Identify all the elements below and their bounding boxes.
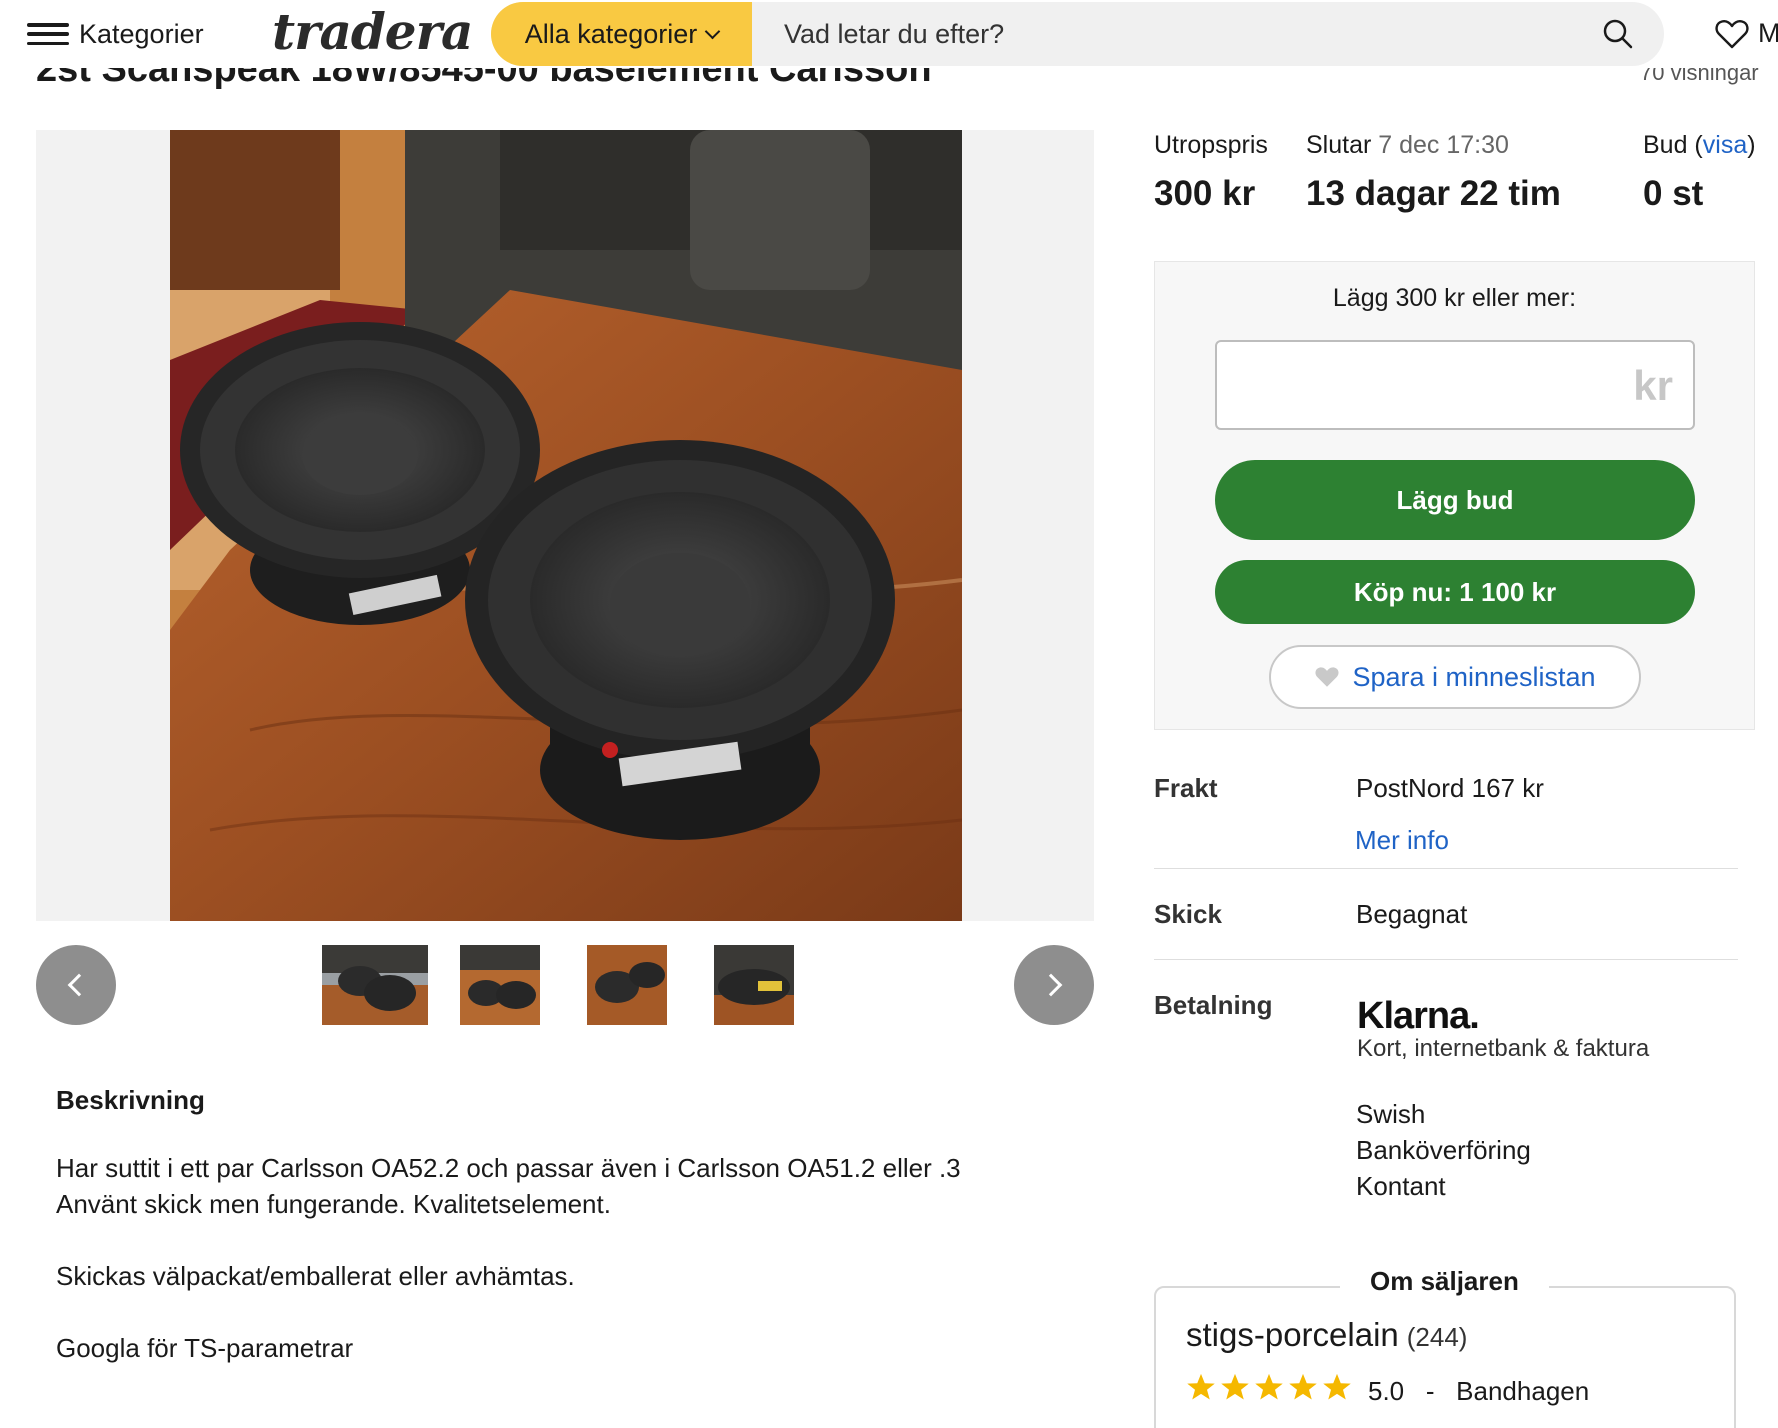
seller-rating-line: 5.0 - Bandhagen <box>1368 1376 1589 1407</box>
description-line: Googla för TS-parametrar <box>56 1333 354 1363</box>
start-price-label: Utropspris <box>1154 131 1268 159</box>
star-icon <box>1323 1373 1351 1400</box>
heart-icon[interactable] <box>1715 18 1749 50</box>
description-heading: Beskrivning <box>56 1085 205 1115</box>
search-bar: Alla kategorier <box>491 2 1664 66</box>
payment-label: Betalning <box>1154 990 1273 1020</box>
next-image-button[interactable] <box>1014 945 1094 1025</box>
save-to-watchlist-label: Spara i minneslistan <box>1352 661 1596 692</box>
site-header: Kategorier tradera Alla kategorier M <box>0 0 1778 68</box>
image-gallery <box>36 130 1094 921</box>
star-icon <box>1255 1373 1283 1400</box>
description-line: Skickas välpackat/emballerat eller avhäm… <box>56 1261 575 1291</box>
seller-name: stigs-porcelain <box>1186 1316 1399 1353</box>
seller-name-link[interactable]: stigs-porcelain (244) <box>1186 1316 1467 1354</box>
thumbnail-3[interactable] <box>587 945 667 1025</box>
payment-method: Swish <box>1356 1099 1426 1129</box>
star-icon <box>1289 1373 1317 1400</box>
tradera-logo[interactable]: tradera <box>272 2 473 61</box>
category-select[interactable]: Alla kategorier <box>491 2 752 66</box>
payment-method: Banköverföring <box>1356 1135 1531 1165</box>
search-input[interactable] <box>752 2 1664 66</box>
thumbnail-1[interactable] <box>322 945 428 1025</box>
bids-label: Bud (visa) <box>1643 131 1756 159</box>
start-price-value: 300 kr <box>1154 174 1256 213</box>
divider <box>1154 868 1738 869</box>
shipping-more-info-link[interactable]: Mer info <box>1355 825 1449 856</box>
star-icon <box>1221 1373 1249 1400</box>
show-bids-link[interactable]: visa <box>1703 131 1747 159</box>
star-icon <box>1187 1373 1215 1400</box>
klarna-description: Kort, internetbank & faktura <box>1357 1035 1650 1062</box>
seller-location: Bandhagen <box>1456 1376 1590 1406</box>
condition-label: Skick <box>1154 899 1222 929</box>
thumbnail-2[interactable] <box>460 945 540 1025</box>
seller-rating-count: (244) <box>1406 1322 1468 1352</box>
condition-value: Begagnat <box>1356 899 1468 929</box>
seller-stars <box>1186 1372 1352 1402</box>
ends-date: 7 dec 17:30 <box>1378 131 1509 159</box>
bid-currency-suffix: kr <box>1633 362 1673 409</box>
bid-amount-input[interactable] <box>1217 342 1617 428</box>
description-line: Har suttit i ett par Carlsson OA52.2 och… <box>56 1153 961 1183</box>
divider <box>1154 959 1738 960</box>
bid-panel: Lägg 300 kr eller mer: kr Lägg bud Köp n… <box>1154 261 1755 730</box>
place-bid-button[interactable]: Lägg bud <box>1215 460 1695 540</box>
heart-icon <box>1315 667 1339 687</box>
payment-method: Kontant <box>1356 1171 1446 1201</box>
chevron-right-icon <box>1039 973 1063 997</box>
bids-count-value: 0 st <box>1643 174 1704 213</box>
shipping-value: PostNord 167 kr <box>1356 773 1544 803</box>
categories-menu-label: Kategorier <box>79 18 204 49</box>
klarna-logo: Klarna. <box>1357 995 1480 1037</box>
chevron-left-icon <box>67 973 91 997</box>
categories-menu-button[interactable]: Kategorier <box>27 18 204 50</box>
seller-rating-separator: - <box>1425 1376 1435 1406</box>
seller-rating-value: 5.0 <box>1368 1376 1405 1406</box>
chevron-down-icon <box>705 23 721 39</box>
save-to-watchlist-button[interactable]: Spara i minneslistan <box>1269 645 1641 709</box>
time-left-value: 13 dagar 22 tim <box>1306 174 1561 213</box>
bid-prompt: Lägg 300 kr eller mer: <box>1332 284 1577 312</box>
description-line: Använt skick men fungerande. Kvalitetsel… <box>56 1189 611 1219</box>
main-product-image[interactable] <box>170 130 962 921</box>
bids-label-text: Bud <box>1643 131 1688 159</box>
category-select-label: Alla kategorier <box>524 18 698 49</box>
seller-heading: Om säljaren <box>1340 1266 1549 1297</box>
thumbnail-4[interactable] <box>714 945 794 1025</box>
search-icon[interactable] <box>1602 18 1634 50</box>
shipping-label: Frakt <box>1154 773 1218 803</box>
menu-icon <box>27 20 69 48</box>
bid-amount-field[interactable]: kr <box>1215 340 1695 430</box>
ends-label-text: Slutar <box>1306 131 1372 159</box>
header-cut-text[interactable]: M <box>1758 18 1778 49</box>
previous-image-button[interactable] <box>36 945 116 1025</box>
ends-label: Slutar 7 dec 17:30 <box>1306 131 1509 160</box>
buy-now-button[interactable]: Köp nu: 1 100 kr <box>1215 560 1695 624</box>
